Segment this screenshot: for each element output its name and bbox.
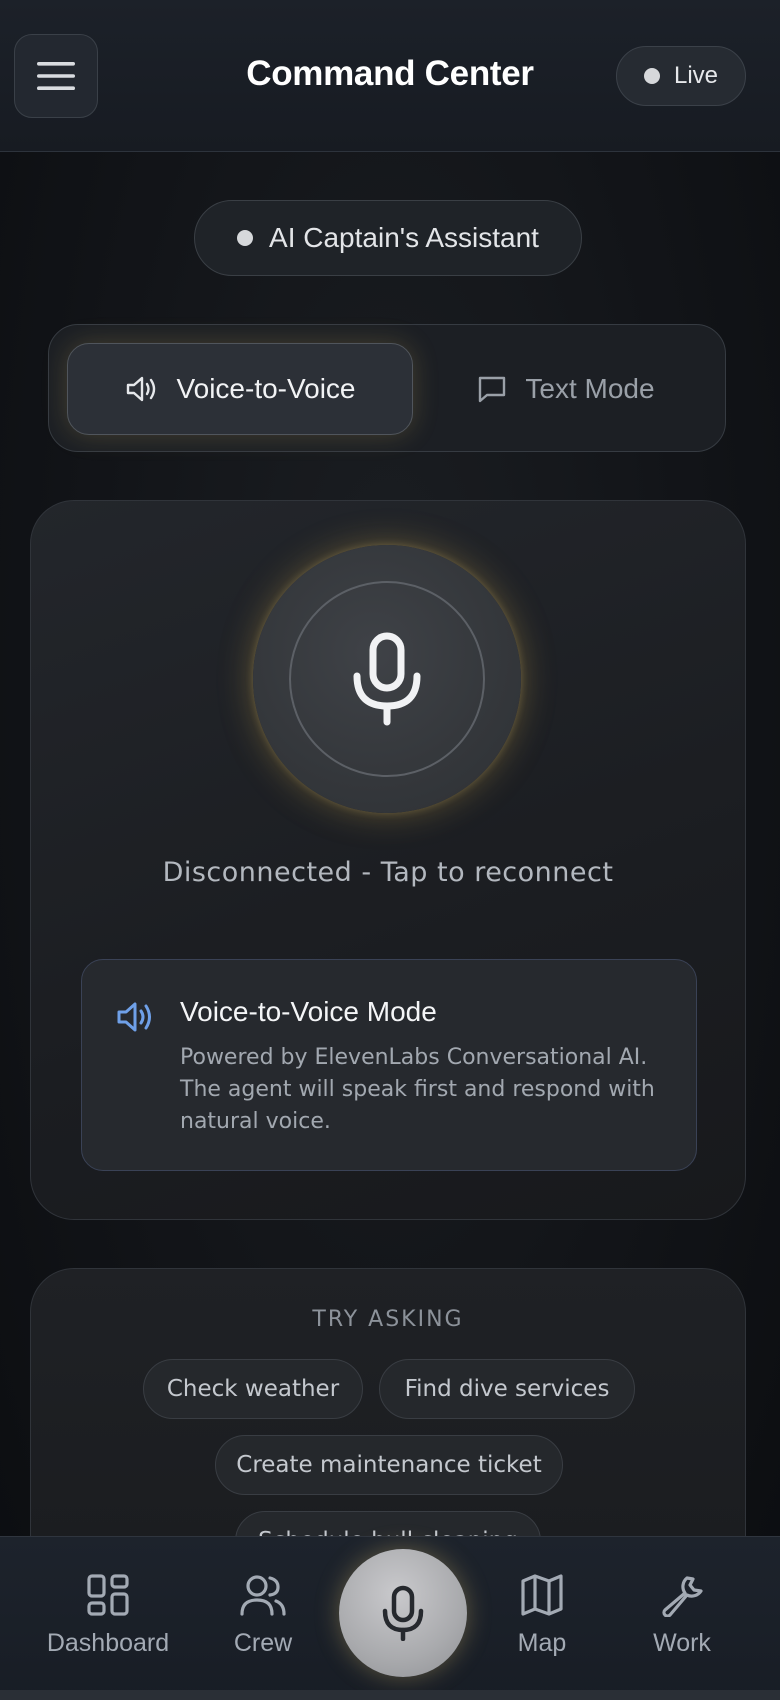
nav-item-crew[interactable]: Crew (188, 1573, 338, 1658)
status-dot-icon (643, 68, 660, 84)
assistant-status-dot-icon (237, 230, 254, 246)
mic-inner-ring (289, 581, 485, 777)
suggestion-chip[interactable]: Check weather (143, 1359, 363, 1419)
nav-item-work[interactable]: Work (607, 1573, 757, 1658)
mic-connect-button[interactable] (253, 545, 521, 813)
wrench-icon (662, 1576, 703, 1617)
chat-bubble-icon (479, 376, 506, 403)
voice-mode-info: Voice-to-Voice Mode Powered by ElevenLab… (81, 959, 697, 1171)
app-root: Command Center Live AI Captain's Assista… (0, 0, 780, 1700)
connection-status[interactable]: Disconnected - Tap to reconnect (31, 857, 745, 888)
nav-voice-button[interactable] (339, 1549, 467, 1677)
assistant-badge: AI Captain's Assistant (194, 200, 582, 276)
info-title: Voice-to-Voice Mode (180, 996, 437, 1027)
bottom-navigation: Dashboard Crew Map Work (0, 1536, 780, 1700)
microphone-icon (382, 1585, 424, 1641)
microphone-icon (353, 632, 421, 726)
home-indicator-bar (0, 1690, 780, 1700)
info-description: Powered by ElevenLabs Conversational AI.… (180, 1045, 655, 1134)
nav-item-dashboard[interactable]: Dashboard (33, 1573, 183, 1658)
map-icon (521, 1574, 563, 1616)
try-asking-title: TRY ASKING (312, 1307, 464, 1332)
nav-label-dashboard: Dashboard (46, 1629, 170, 1657)
grid-icon (87, 1574, 129, 1616)
suggestion-chip[interactable]: Create maintenance ticket (215, 1435, 563, 1495)
voice-mode-button[interactable]: Voice-to-Voice (67, 343, 413, 435)
top-header: Command Center Live (0, 0, 780, 152)
voice-mode-label: Voice-to-Voice (176, 373, 356, 404)
speaker-info-icon (117, 1002, 151, 1032)
text-mode-label: Text Mode (525, 373, 655, 404)
suggestion-chip[interactable]: Find dive services (379, 1359, 635, 1419)
nav-label-crew: Crew (233, 1629, 293, 1657)
text-mode-button[interactable]: Text Mode (421, 343, 711, 435)
nav-label-map: Map (517, 1629, 567, 1657)
assistant-label: AI Captain's Assistant (269, 222, 539, 253)
live-status-label: Live (673, 62, 719, 89)
voice-panel: Disconnected - Tap to reconnect Voice-to… (30, 500, 746, 1220)
speaker-icon (126, 376, 155, 402)
live-status-badge[interactable]: Live (616, 46, 746, 106)
mode-toggle: Voice-to-Voice Text Mode (48, 324, 726, 452)
nav-label-work: Work (653, 1629, 711, 1657)
nav-item-map[interactable]: Map (467, 1573, 617, 1658)
users-icon (240, 1575, 286, 1616)
